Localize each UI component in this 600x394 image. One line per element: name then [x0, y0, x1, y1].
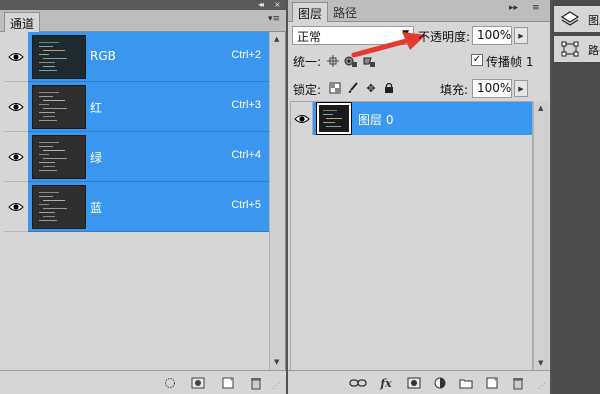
dock-item-label: 图层	[588, 14, 600, 27]
trash-icon[interactable]	[510, 375, 526, 391]
channel-thumbnail	[32, 35, 86, 79]
tab-channels[interactable]: 通道	[4, 12, 41, 32]
fx-label: fx	[380, 376, 392, 390]
paths-icon	[560, 40, 580, 58]
layers-bottom-toolbar: fx ⋰	[288, 370, 550, 394]
layers-list: 图层 0	[290, 101, 533, 371]
fill-label: 填充:	[440, 83, 469, 97]
close-panel-icon[interactable]: ×	[274, 1, 281, 9]
visibility-eye-icon[interactable]	[291, 102, 313, 135]
channel-body[interactable]: RGB Ctrl+2	[28, 32, 269, 82]
adjustment-icon[interactable]	[432, 375, 448, 391]
resize-grip-icon[interactable]: ⋰	[538, 381, 548, 391]
channels-bottom-toolbar: ⋰	[0, 370, 286, 394]
channel-row-rgb[interactable]: RGB Ctrl+2	[4, 32, 269, 82]
mask-icon[interactable]	[406, 375, 422, 391]
new-channel-icon[interactable]	[220, 375, 236, 391]
visibility-eye-icon[interactable]	[4, 132, 28, 182]
lock-position-move-icon[interactable]: ✥	[364, 81, 378, 95]
channel-body[interactable]: 蓝 Ctrl+5	[28, 182, 269, 232]
channel-row-green[interactable]: 绿 Ctrl+4	[4, 132, 269, 182]
scroll-up-icon[interactable]: ▲	[274, 35, 279, 43]
layer-thumbnail	[316, 102, 352, 135]
channel-body[interactable]: 绿 Ctrl+4	[28, 132, 269, 182]
visibility-eye-icon[interactable]	[4, 32, 28, 82]
lock-all-icon[interactable]	[382, 81, 396, 95]
fx-icon[interactable]: fx	[376, 375, 396, 391]
channel-shortcut: Ctrl+2	[231, 49, 261, 61]
channel-name: RGB	[90, 49, 116, 63]
dock-item-paths[interactable]: 路径	[554, 36, 600, 62]
layer-body[interactable]: 图层 0	[313, 102, 532, 135]
fill-input[interactable]: 100%	[472, 79, 512, 98]
channel-shortcut: Ctrl+3	[231, 99, 261, 111]
tab-layers[interactable]: 图层	[292, 2, 329, 22]
channel-shortcut: Ctrl+4	[231, 149, 261, 161]
lock-transparency-icon[interactable]	[328, 81, 342, 95]
blend-mode-value: 正常	[297, 30, 322, 44]
channel-name: 蓝	[90, 201, 103, 215]
channel-shortcut: Ctrl+5	[231, 199, 261, 211]
unify-visibility-icon[interactable]	[344, 54, 358, 68]
channel-thumbnail	[32, 185, 86, 229]
opacity-input[interactable]: 100%	[472, 26, 512, 45]
folder-icon[interactable]	[458, 375, 474, 391]
lock-label: 锁定:	[293, 83, 322, 97]
opacity-slider-toggle[interactable]: ▶	[514, 27, 528, 44]
layer-row[interactable]: 图层 0	[291, 102, 532, 135]
channel-row-blue[interactable]: 蓝 Ctrl+5	[4, 182, 269, 232]
unify-style-icon[interactable]	[362, 54, 376, 68]
scroll-down-icon[interactable]: ▼	[274, 358, 279, 366]
channels-tab-bar: 通道 ▾≡	[0, 10, 286, 32]
channel-name: 绿	[90, 151, 103, 165]
collapse-panel-button[interactable]: ◂◂	[258, 0, 264, 9]
panel-menu-icon[interactable]: ▾≡	[268, 14, 280, 24]
channel-body[interactable]: 红 Ctrl+3	[28, 82, 269, 132]
dock-item-label: 路径	[588, 44, 600, 57]
propagate-frame-checkbox[interactable]: ✓	[471, 54, 483, 66]
channel-thumbnail	[32, 135, 86, 179]
collapsed-panel-dock: 图层 路径	[552, 0, 600, 394]
layers-tab-bar: 图层 路径 ▸▸ ≡	[288, 0, 550, 22]
save-selection-icon[interactable]	[190, 375, 206, 391]
layers-scrollbar[interactable]: ▲ ▼	[533, 101, 549, 371]
propagate-frame-label: 传播帧 1	[486, 55, 534, 69]
lock-pixels-brush-icon[interactable]	[346, 81, 360, 95]
visibility-eye-icon[interactable]	[4, 182, 28, 232]
visibility-eye-icon[interactable]	[4, 82, 28, 132]
unify-label: 统一:	[293, 55, 322, 69]
unify-position-icon[interactable]	[326, 54, 340, 68]
channels-panel-header-strip: ◂◂ ×	[0, 0, 286, 10]
channel-name: 红	[90, 101, 103, 115]
fill-slider-toggle[interactable]: ▶	[514, 80, 528, 97]
layer-name: 图层 0	[358, 113, 394, 127]
channel-row-red[interactable]: 红 Ctrl+3	[4, 82, 269, 132]
collapse-panel-button[interactable]: ▸▸	[509, 3, 518, 13]
tab-paths[interactable]: 路径	[328, 2, 362, 22]
dock-item-layers[interactable]: 图层	[554, 6, 600, 32]
trash-icon[interactable]	[248, 375, 264, 391]
load-selection-icon[interactable]	[162, 375, 178, 391]
channel-thumbnail	[32, 85, 86, 129]
channels-scrollbar[interactable]: ▲ ▼	[269, 32, 285, 370]
channels-list: RGB Ctrl+2 红 Ctrl+3 绿 Ctrl+4 蓝 Ctrl+5	[4, 32, 269, 232]
layers-icon	[560, 10, 580, 28]
resize-grip-icon[interactable]: ⋰	[272, 381, 282, 391]
opacity-label: 不透明度:	[418, 30, 471, 44]
panel-menu-icon[interactable]: ≡	[532, 3, 540, 13]
new-layer-icon[interactable]	[484, 375, 500, 391]
scroll-down-icon[interactable]: ▼	[538, 359, 543, 367]
scroll-up-icon[interactable]: ▲	[538, 104, 543, 112]
link-icon[interactable]	[348, 375, 368, 391]
